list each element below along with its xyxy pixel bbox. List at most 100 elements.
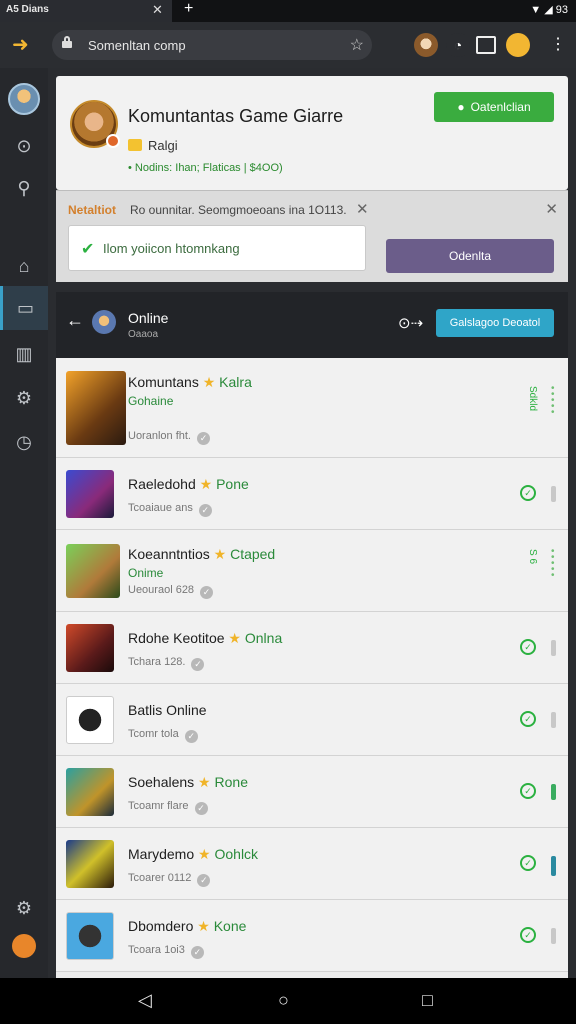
game-meta: Ueouraol 628 ✓ [128,584,214,599]
notification-button[interactable]: Odenlta [386,239,554,273]
game-title: Marydemo [128,846,195,862]
profile-action-label: Oatenlclian [470,100,531,114]
online-check-icon: ✓ [520,639,536,655]
bookmark-star-icon[interactable]: ☆ [350,35,364,55]
list-title: Online [128,310,169,326]
sidebar: ⊙ ⚲ ⌂ ▭ ▥ ⚙ ◷ ⚙ [0,68,48,978]
verified-icon: ✓ [196,432,210,445]
browser-tab[interactable]: A5 Dians ✕ [0,0,172,22]
tab-title: A5 Dians [6,4,49,15]
side-label: S 6 [527,549,538,565]
extension-image-icon[interactable] [476,36,496,54]
game-meta-text: Tcoarer 0112 [128,872,192,884]
sidebar-item-home[interactable]: ⌂ [0,244,48,288]
sidebar-item-inbox[interactable]: ▭ [0,286,48,330]
verified-icon: ✓ [191,658,205,671]
game-meta: Tchara 128. ✓ [128,656,205,671]
notification-input[interactable]: ✔ Ilom yoiicon htomnkang [68,225,366,271]
list-action-button[interactable]: Galslagoo Deoatol [436,309,554,337]
profile-status: • Nodins: Ihan; Flaticas | $4OO) [128,162,283,174]
list-subtitle: Oaaoa [128,329,159,340]
row-scroll-handle[interactable] [551,486,556,502]
game-status: Onime [128,566,164,580]
nav-recents-icon[interactable]: □ [422,990,433,1011]
profile-action-button[interactable]: ● Oatenlclian [434,92,554,122]
online-check-icon: ✓ [520,927,536,943]
game-name: Batlis Online [128,702,207,718]
home-icon: ⌂ [18,255,30,276]
game-tag: Oohlck [214,846,259,862]
online-check-icon: ✓ [520,485,536,501]
game-meta-text: Ueouraol 628 [128,584,195,596]
notification-panel: Netaltiot Ro ounnitar. Seomgmoeoans ina … [56,190,568,282]
list-item[interactable]: Batlis Online Tcomr tola ✓ ✓ [56,684,568,756]
sidebar-item-library[interactable]: ▥ [0,332,48,376]
nav-home-icon[interactable]: ○ [278,990,289,1011]
game-thumbnail [66,470,114,518]
star-icon: ★ [194,846,215,862]
game-name: Soehalens ★ Rone [128,774,248,791]
verified-icon: ✓ [184,730,198,743]
profile-level: Ralgi [128,138,178,153]
row-scroll-handle[interactable] [551,784,556,800]
game-name: Dbomdero ★ Kone [128,918,246,935]
extension-avatar-icon[interactable] [414,33,438,57]
sidebar-item-profile[interactable] [0,924,48,968]
game-meta: Tcoaiaue ans ✓ [128,502,212,517]
extension-search-icon[interactable]: ◔ [446,33,470,57]
book-icon: ▥ [15,343,33,364]
list-item[interactable]: Komuntans ★ Kalra Gohaine Uoranlon fht. ✓ Sd… [56,358,568,458]
back-arrow-icon[interactable]: ➜ [12,32,29,57]
back-icon[interactable]: ← [66,310,84,331]
row-scroll-handle[interactable] [551,928,556,944]
drag-handle-icon[interactable]: • • • • • [551,547,556,581]
nav-back-icon[interactable]: ◁ [138,990,152,1011]
profile-badge-icon [12,934,36,958]
sidebar-item-help[interactable]: ⊙ [0,124,48,168]
cog-icon: ⚙ [15,387,33,408]
verified-icon: ✓ [197,874,211,887]
list-item[interactable]: Soehalens ★ Rone Tcoamr flare ✓ ✓ [56,756,568,828]
drag-handle-icon[interactable]: • • • • • [551,384,556,418]
list-item[interactable]: Raeledohd ★ Pone Tcoaiaue ans ✓ ✓ [56,458,568,530]
list-item[interactable]: Marydemo ★ Oohlck Tcoarer 0112 ✓ ✓ [56,828,568,900]
game-title: Rdohe Keotitoe [128,630,225,646]
sidebar-item-settings[interactable]: ⚙ [0,376,48,420]
row-scroll-handle[interactable] [551,640,556,656]
tab-close-icon[interactable]: ✕ [152,2,163,18]
signal-icon: ◢ [544,4,553,16]
notification-input-value[interactable]: Ilom yoiicon htomnkang [103,241,240,256]
dismiss-icon[interactable]: ✕ [545,200,558,218]
list-item[interactable]: Rdohe Keotitoe ★ Onlna Tchara 128. ✓ ✓ [56,612,568,684]
url-text[interactable]: Somenltan comp [88,38,186,53]
filter-icon[interactable]: ⊙⇢ [398,314,423,332]
status-bar: A5 Dians ✕ + ▼ ◢ 93 [0,0,576,22]
list-item[interactable]: Koeanntntios ★ Ctaped Onime Ueouraol 628 ✓ S… [56,530,568,612]
menu-dots-icon[interactable]: ⋮ [546,33,570,57]
new-tab-icon[interactable]: + [184,0,193,18]
game-thumbnail [66,912,114,960]
game-title: Batlis Online [128,702,207,718]
close-icon[interactable]: ✕ [356,200,369,218]
status-time: 93 [555,4,568,16]
verified-icon: ✓ [190,946,204,959]
address-bar[interactable]: Somenltan comp ☆ [52,30,372,60]
game-tag: Pone [216,476,249,492]
emoji-icon[interactable] [506,33,530,57]
star-icon: ★ [194,774,215,790]
game-tag: Onlna [244,630,283,646]
game-meta-text: Uoranlon fht. [128,430,191,442]
sidebar-item-link[interactable]: ⚲ [0,166,48,210]
game-meta-text: Tcomr tola [128,728,179,740]
user-avatar[interactable] [8,83,40,115]
sidebar-item-history[interactable]: ◷ [0,420,48,464]
row-scroll-handle[interactable] [551,856,556,876]
list-item[interactable]: Dbomdero ★ Kone Tcoara 1oi3 ✓ ✓ [56,900,568,972]
system-status: ▼ ◢ 93 [530,3,568,16]
clock-icon: ◷ [16,431,32,452]
game-thumbnail [66,371,126,445]
lock-icon [62,36,72,48]
game-name: Koeanntntios ★ Ctaped [128,546,275,563]
row-scroll-handle[interactable] [551,712,556,728]
notification-text: Ro ounnitar. Seomgmoeoans ina 1O113. [130,203,347,217]
